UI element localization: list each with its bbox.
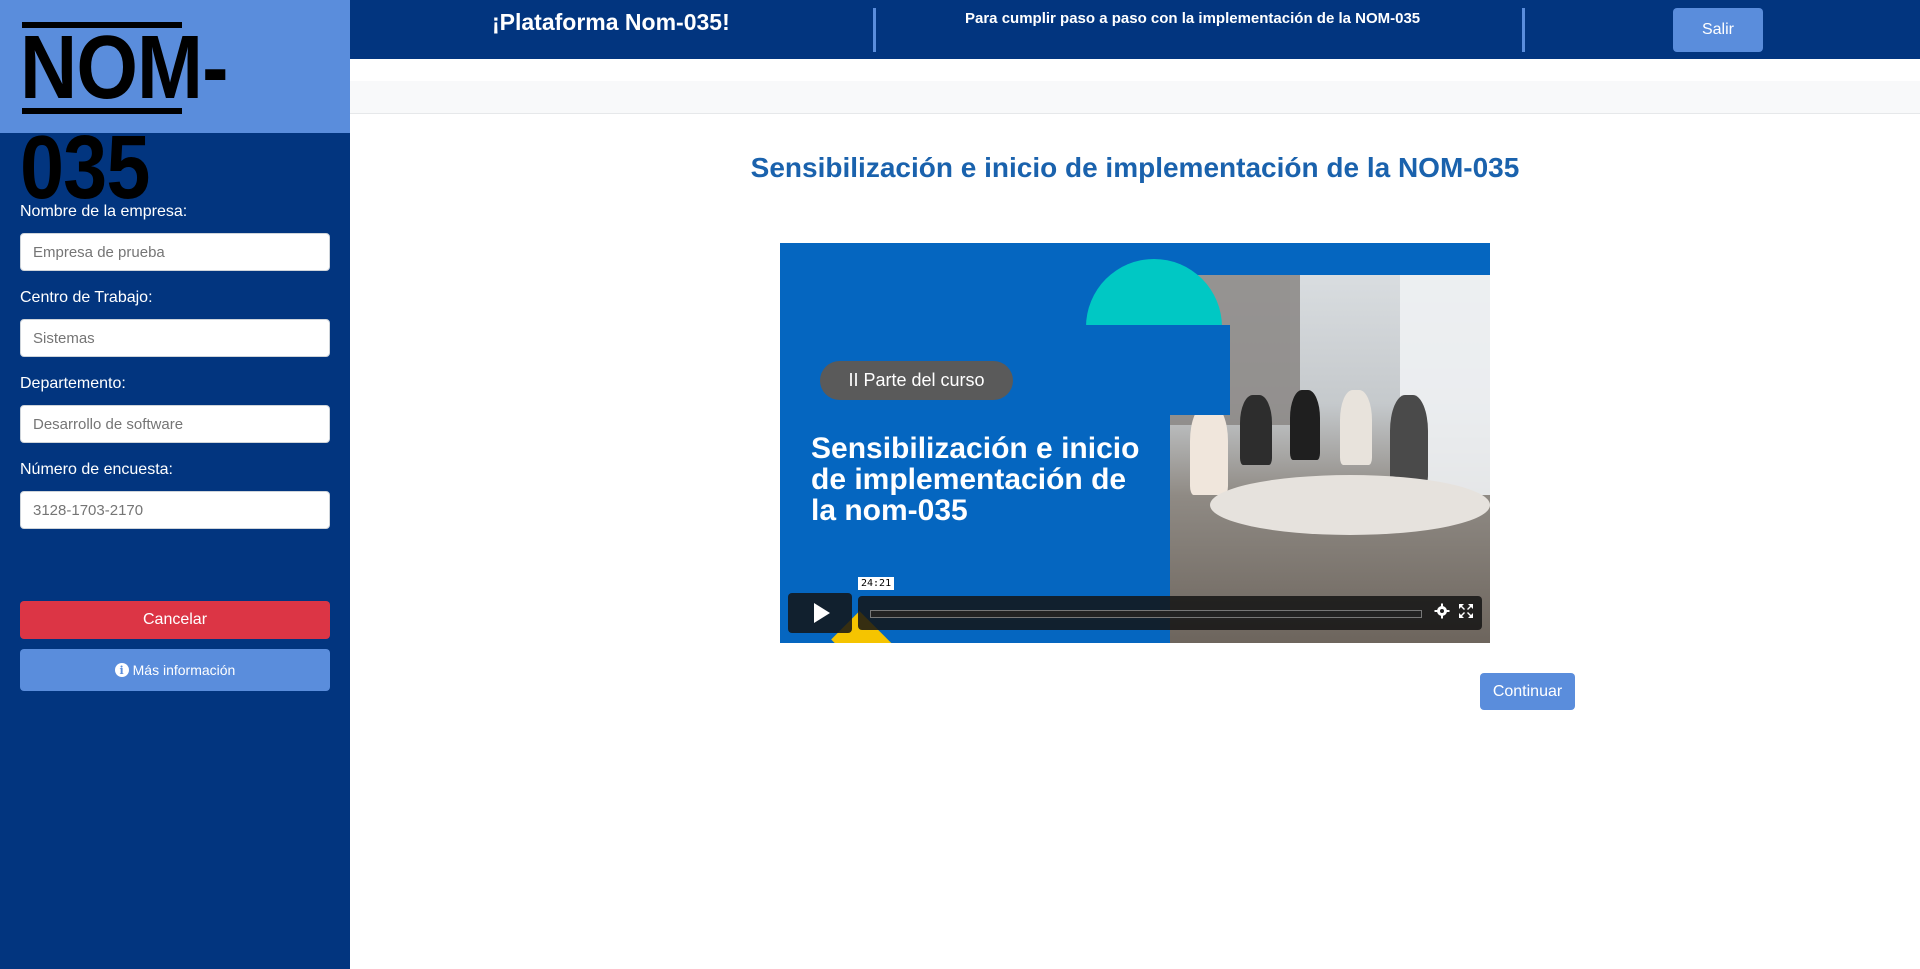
company-name-input[interactable]: [20, 233, 330, 271]
platform-title: ¡Plataforma Nom-035!: [492, 9, 730, 35]
cancel-button-label: Cancelar: [142, 611, 208, 628]
page-title: Sensibilización e inicio de implementaci…: [750, 152, 1520, 183]
survey-number-label: Número de encuesta:: [20, 461, 173, 478]
header-divider: [1522, 8, 1525, 52]
exit-button-label: Salir: [1701, 21, 1734, 38]
work-center-label: Centro de Trabajo:: [20, 289, 153, 306]
photo-person: [1290, 390, 1320, 460]
fullscreen-icon[interactable]: [1458, 603, 1474, 619]
video-player[interactable]: II Parte del curso Sensibilización e ini…: [780, 243, 1490, 643]
photo-person: [1390, 395, 1428, 485]
teal-cut: [1080, 325, 1230, 415]
header: ¡Plataforma Nom-035! Para cumplir paso a…: [350, 0, 1920, 59]
photo-person: [1190, 405, 1228, 495]
logo-text: NOM-035: [20, 18, 229, 218]
gear-icon[interactable]: [1434, 603, 1450, 619]
play-icon: [814, 603, 830, 623]
play-button[interactable]: [788, 593, 852, 633]
header-divider: [873, 8, 876, 52]
logo: NOM-035: [0, 0, 350, 218]
survey-number-input[interactable]: [20, 491, 330, 529]
work-center-input[interactable]: [20, 319, 330, 357]
company-name-label: Nombre de la empresa:: [20, 203, 188, 220]
cancel-button[interactable]: Cancelar: [20, 601, 330, 639]
info-icon: i: [114, 663, 129, 677]
progress-bar[interactable]: [870, 610, 1422, 618]
sidebar: NOM-035 Nombre de la empresa: Centro de …: [0, 0, 350, 969]
more-info-label: Más información: [132, 662, 236, 678]
logo-underline: [22, 108, 182, 114]
photo-table: [1210, 475, 1490, 535]
more-info-button[interactable]: i Más información: [20, 649, 330, 691]
video-controls: 24:21: [788, 577, 1482, 633]
continue-button-label: Continuar: [1492, 682, 1563, 700]
continue-button[interactable]: Continuar: [1480, 673, 1575, 710]
department-label: Departemento:: [20, 375, 126, 392]
secondary-bar: [350, 81, 1920, 114]
header-subtitle: Para cumplir paso a paso con la implemen…: [965, 10, 1421, 27]
video-heading: Sensibilización e inicio de implementaci…: [811, 432, 1140, 527]
duration-label: 24:21: [858, 577, 895, 590]
photo-person: [1240, 395, 1272, 465]
course-part-pill: II Parte del curso: [820, 361, 1013, 400]
photo-person: [1340, 390, 1372, 465]
department-input[interactable]: [20, 405, 330, 443]
exit-button[interactable]: Salir: [1673, 8, 1763, 52]
